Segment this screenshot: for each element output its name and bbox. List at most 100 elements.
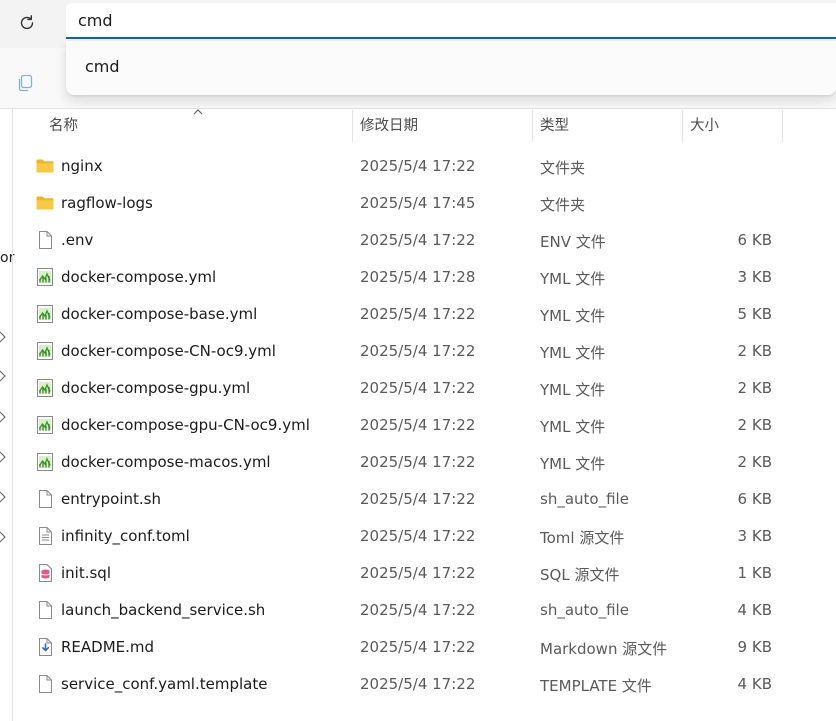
folder-icon <box>35 193 55 213</box>
file-name: service_conf.yaml.template <box>61 675 268 693</box>
file-name: ragflow-logs <box>61 194 153 212</box>
file-name: entrypoint.sh <box>61 490 162 508</box>
expand-chevron-icon[interactable] <box>0 410 6 424</box>
file-size: 4 KB <box>737 675 772 693</box>
column-header-type[interactable]: 类型 <box>540 110 680 144</box>
file-modified-date: 2025/5/4 17:22 <box>360 305 476 323</box>
file-name: docker-compose-gpu-CN-oc9.yml <box>61 416 310 434</box>
file-name: README.md <box>61 638 155 656</box>
file-modified-date: 2025/5/4 17:22 <box>360 527 476 545</box>
file-size: 4 KB <box>737 601 772 619</box>
file-modified-date: 2025/5/4 17:22 <box>360 157 476 175</box>
sql-file-icon <box>35 563 55 583</box>
file-type: sh_auto_file <box>540 490 629 508</box>
file-name: docker-compose-base.yml <box>61 305 258 323</box>
file-modified-date: 2025/5/4 17:22 <box>360 675 476 693</box>
text-file-icon <box>35 526 55 546</box>
column-separator[interactable] <box>352 110 353 142</box>
file-type: TEMPLATE 文件 <box>540 677 652 695</box>
file-modified-date: 2025/5/4 17:22 <box>360 231 476 249</box>
file-icon <box>35 674 55 694</box>
file-modified-date: 2025/5/4 17:22 <box>360 601 476 619</box>
file-type: 文件夹 <box>540 159 586 177</box>
address-bar-input[interactable] <box>66 3 836 39</box>
address-suggestions: cmd <box>66 41 836 95</box>
expand-chevron-icon[interactable] <box>0 490 6 504</box>
file-size: 3 KB <box>737 527 772 545</box>
file-modified-date: 2025/5/4 17:28 <box>360 268 476 286</box>
column-separator[interactable] <box>682 110 683 142</box>
file-row[interactable]: docker-compose.yml 2025/5/4 17:28 YML 文件 3 … <box>20 259 780 296</box>
copy-button[interactable] <box>12 70 38 96</box>
yml-file-icon <box>35 304 55 324</box>
file-row[interactable]: docker-compose-base.yml 2025/5/4 17:22 YML… <box>20 296 780 333</box>
file-icon <box>35 600 55 620</box>
file-modified-date: 2025/5/4 17:22 <box>360 638 476 656</box>
refresh-icon <box>20 15 34 30</box>
file-name: launch_backend_service.sh <box>61 601 266 619</box>
file-type: Toml 源文件 <box>540 529 625 547</box>
file-row[interactable]: README.md 2025/5/4 17:22 Markdown 源文件 9 KB <box>20 629 780 666</box>
file-size: 6 KB <box>737 231 772 249</box>
file-name: docker-compose-gpu.yml <box>61 379 251 397</box>
file-row[interactable]: service_conf.yaml.template 2025/5/4 17:22… <box>20 666 780 703</box>
expand-chevron-icon[interactable] <box>0 530 6 544</box>
file-size: 1 KB <box>737 564 772 582</box>
file-icon <box>35 489 55 509</box>
column-separator[interactable] <box>782 110 783 142</box>
file-row[interactable]: ragflow-logs 2025/5/4 17:45 文件夹 <box>20 185 780 222</box>
refresh-button[interactable] <box>12 8 42 38</box>
yml-file-icon <box>35 378 55 398</box>
file-size: 2 KB <box>737 453 772 471</box>
file-name: infinity_conf.toml <box>61 527 190 545</box>
file-row[interactable]: docker-compose-CN-oc9.yml 2025/5/4 17:22 Y… <box>20 333 780 370</box>
file-row[interactable]: docker-compose-macos.yml 2025/5/4 17:22 YM… <box>20 444 780 481</box>
file-type: YML 文件 <box>540 270 606 288</box>
file-modified-date: 2025/5/4 17:22 <box>360 342 476 360</box>
file-modified-date: 2025/5/4 17:22 <box>360 416 476 434</box>
column-header-name[interactable]: 名称 <box>49 110 349 144</box>
file-type: YML 文件 <box>540 344 606 362</box>
file-type: YML 文件 <box>540 455 606 473</box>
file-size: 2 KB <box>737 416 772 434</box>
column-header-modified[interactable]: 修改日期 <box>360 110 530 144</box>
file-row[interactable]: init.sql 2025/5/4 17:22 SQL 源文件 1 KB <box>20 555 780 592</box>
suggestion-item[interactable]: cmd <box>85 57 120 76</box>
file-name: docker-compose-macos.yml <box>61 453 271 471</box>
file-modified-date: 2025/5/4 17:22 <box>360 453 476 471</box>
yml-file-icon <box>35 267 55 287</box>
copy-icon <box>18 74 33 92</box>
file-type: sh_auto_file <box>540 601 629 619</box>
file-name: docker-compose.yml <box>61 268 217 286</box>
expand-chevron-icon[interactable] <box>0 450 6 464</box>
file-size: 2 KB <box>737 342 772 360</box>
expand-chevron-icon[interactable] <box>0 369 6 383</box>
file-row[interactable]: docker-compose-gpu.yml 2025/5/4 17:22 YML … <box>20 370 780 407</box>
file-size: 2 KB <box>737 379 772 397</box>
file-type: YML 文件 <box>540 381 606 399</box>
file-row[interactable]: docker-compose-gpu-CN-oc9.yml 2025/5/4 17… <box>20 407 780 444</box>
file-name: .env <box>61 231 94 249</box>
file-row[interactable]: entrypoint.sh 2025/5/4 17:22 sh_auto_file 6… <box>20 481 780 518</box>
file-row[interactable]: infinity_conf.toml 2025/5/4 17:22 Toml 源文件… <box>20 518 780 555</box>
file-modified-date: 2025/5/4 17:45 <box>360 194 476 212</box>
file-type: 文件夹 <box>540 196 586 214</box>
column-header-size[interactable]: 大小 <box>690 110 780 144</box>
file-row[interactable]: .env 2025/5/4 17:22 ENV 文件 6 KB <box>20 222 780 259</box>
folder-icon <box>35 156 55 176</box>
file-size: 9 KB <box>737 638 772 656</box>
file-name: nginx <box>61 157 103 175</box>
file-name: docker-compose-CN-oc9.yml <box>61 342 276 360</box>
file-icon <box>35 230 55 250</box>
nav-pane-border <box>12 108 13 721</box>
yml-file-icon <box>35 341 55 361</box>
file-type: SQL 源文件 <box>540 566 620 584</box>
file-size: 3 KB <box>737 268 772 286</box>
file-row[interactable]: launch_backend_service.sh 2025/5/4 17:22 s… <box>20 592 780 629</box>
file-size: 6 KB <box>737 490 772 508</box>
yml-file-icon <box>35 452 55 472</box>
file-row[interactable]: nginx 2025/5/4 17:22 文件夹 <box>20 148 780 185</box>
expand-chevron-icon[interactable] <box>0 330 6 344</box>
file-type: YML 文件 <box>540 418 606 436</box>
column-separator[interactable] <box>532 110 533 142</box>
